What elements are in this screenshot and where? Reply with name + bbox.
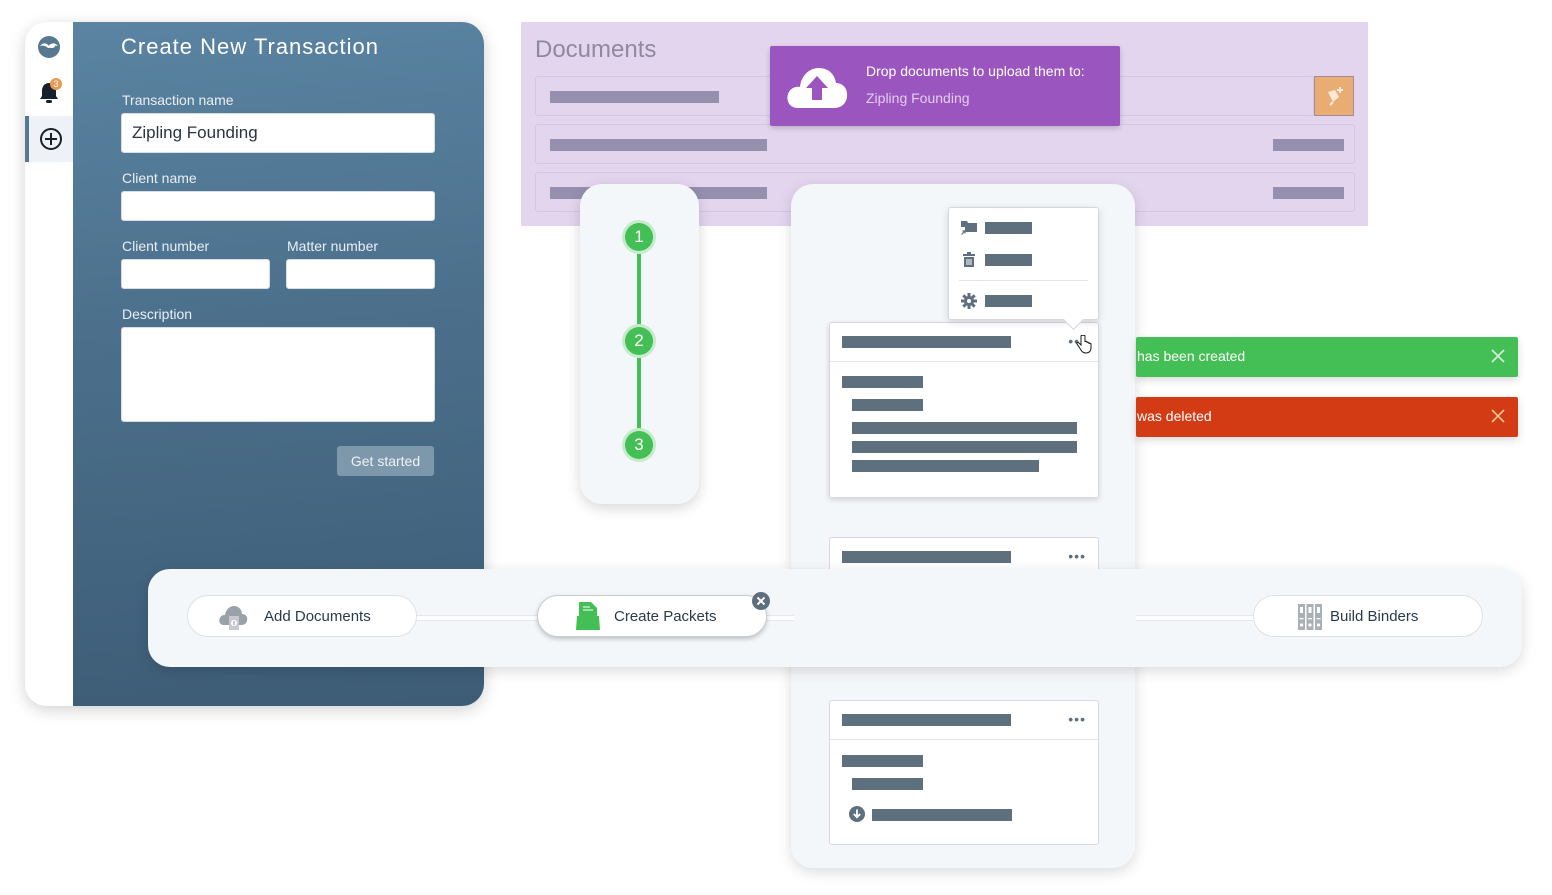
- document-name-placeholder: [550, 139, 767, 151]
- client-name-input[interactable]: [121, 191, 435, 221]
- gear-icon: [961, 293, 977, 309]
- menu-divider: [959, 280, 1088, 281]
- more-options-button[interactable]: •••: [1068, 712, 1086, 726]
- matter-number-label: Matter number: [287, 238, 379, 254]
- packet-card[interactable]: •••: [829, 322, 1099, 498]
- step-1[interactable]: 1: [625, 223, 653, 251]
- client-name-label: Client name: [122, 170, 197, 186]
- folder-move-icon: [961, 221, 977, 235]
- download-circle-icon[interactable]: [849, 806, 865, 822]
- context-menu-item-settings[interactable]: [961, 290, 1091, 312]
- plus-circle-icon: [40, 128, 62, 150]
- client-number-label: Client number: [122, 238, 210, 254]
- description-textarea[interactable]: [121, 327, 435, 422]
- trash-icon: [963, 252, 975, 267]
- workflow-bar: Add Documents Create Packets Build Binde…: [148, 569, 1522, 667]
- card-line-placeholder: [852, 778, 923, 790]
- transaction-name-input[interactable]: Zipling Founding: [121, 113, 435, 153]
- cloud-upload-icon: [787, 68, 848, 108]
- card-title-placeholder: [842, 551, 1011, 563]
- workflow-connector: [764, 615, 794, 621]
- error-toast: was deleted: [1136, 397, 1518, 437]
- drop-zone-target: Zipling Founding: [866, 90, 970, 106]
- menu-item-label-placeholder: [985, 254, 1032, 266]
- form-title: Create New Transaction: [121, 34, 379, 59]
- card-line-placeholder: [852, 399, 923, 411]
- drop-zone-message: Drop documents to upload them to:: [866, 63, 1085, 79]
- workflow-step-build-binders[interactable]: Build Binders: [1253, 595, 1483, 637]
- document-meta-placeholder: [1273, 139, 1344, 151]
- sign-document-button[interactable]: [1314, 76, 1354, 116]
- context-menu: [948, 207, 1099, 320]
- card-header: •••: [830, 323, 1098, 362]
- card-line-placeholder: [872, 809, 1012, 821]
- success-toast: has been created: [1136, 337, 1518, 377]
- transaction-name-label: Transaction name: [122, 92, 234, 108]
- step-2[interactable]: 2: [625, 327, 653, 355]
- card-line-placeholder: [852, 460, 1039, 472]
- packet-icon: [576, 602, 600, 630]
- close-icon: [756, 596, 766, 606]
- workflow-step-label: Build Binders: [1330, 608, 1419, 625]
- context-menu-item-delete[interactable]: [961, 249, 1091, 271]
- stepper-card: 1 2 3: [580, 184, 699, 504]
- workflow-connector: [414, 615, 540, 621]
- document-row[interactable]: [535, 124, 1355, 164]
- get-started-button[interactable]: Get started: [337, 446, 434, 476]
- card-line-placeholder: [842, 755, 923, 767]
- sidebar-item-notifications[interactable]: 3: [25, 70, 73, 116]
- hand-cursor-icon: [1076, 335, 1092, 354]
- card-header: •••: [830, 701, 1098, 740]
- menu-item-label-placeholder: [985, 295, 1032, 307]
- card-line-placeholder: [852, 441, 1077, 453]
- workflow-step-label: Add Documents: [264, 608, 371, 625]
- cloud-document-icon: [219, 606, 248, 630]
- documents-title: Documents: [535, 36, 657, 63]
- card-title-placeholder: [842, 714, 1011, 726]
- notification-badge: 3: [50, 78, 62, 90]
- card-title-placeholder: [842, 336, 1011, 348]
- workflow-step-label: Create Packets: [614, 608, 717, 625]
- client-number-input[interactable]: [121, 259, 270, 289]
- matter-number-input[interactable]: [286, 259, 435, 289]
- more-options-button[interactable]: •••: [1068, 549, 1086, 563]
- context-menu-item-move[interactable]: [961, 217, 1091, 239]
- packet-card[interactable]: •••: [829, 700, 1099, 845]
- binders-icon: [1298, 604, 1322, 630]
- sidebar-rail: 3: [25, 22, 73, 706]
- close-icon[interactable]: [1490, 345, 1506, 367]
- description-label: Description: [122, 306, 193, 322]
- workflow-step-create-packets[interactable]: Create Packets: [537, 595, 767, 637]
- sidebar-item-create[interactable]: [25, 116, 73, 162]
- toast-message: was deleted: [1137, 408, 1212, 424]
- card-line-placeholder: [842, 376, 923, 388]
- workflow-connector: [1136, 615, 1254, 621]
- remove-step-button[interactable]: [752, 592, 770, 610]
- document-meta-placeholder: [1273, 187, 1344, 199]
- toast-message: has been created: [1137, 348, 1246, 364]
- close-icon[interactable]: [1490, 405, 1506, 427]
- menu-item-label-placeholder: [985, 222, 1032, 234]
- workflow-step-add-documents[interactable]: Add Documents: [187, 595, 417, 637]
- sidebar-item-logo[interactable]: [25, 24, 73, 70]
- logo-icon: [38, 36, 60, 58]
- drop-zone-overlay[interactable]: Drop documents to upload them to: Ziplin…: [770, 46, 1120, 126]
- pen-plus-icon: [1328, 87, 1343, 106]
- document-name-placeholder: [550, 91, 719, 103]
- step-3[interactable]: 3: [625, 431, 653, 459]
- card-line-placeholder: [852, 422, 1077, 434]
